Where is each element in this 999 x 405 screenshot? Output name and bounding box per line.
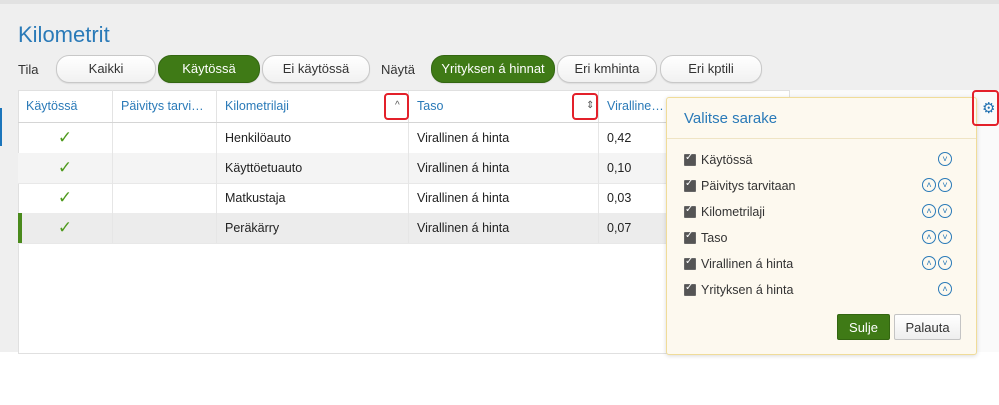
cell-kilometrilaji: Käyttöetuauto — [217, 153, 409, 183]
column-checkbox[interactable] — [684, 152, 696, 166]
chevron-up-icon[interactable]: ˄ — [922, 230, 936, 244]
cell-kilometrilaji: Peräkärry — [217, 213, 409, 243]
tila-label: Tila — [18, 62, 39, 77]
chevron-up-icon[interactable]: ˄ — [938, 282, 952, 296]
cell-taso: Virallinen á hinta — [409, 213, 599, 243]
grid-header: Käytössä Päivitys tarvi… Kilometrilaji T… — [18, 90, 668, 123]
column-checkbox[interactable] — [684, 178, 696, 192]
column-chooser-title: Valitse sarake — [684, 110, 778, 127]
cell-taso: Virallinen á hinta — [409, 183, 599, 213]
nayta-yrityksen-hinnat-button[interactable]: Yrityksen á hinnat — [431, 55, 555, 83]
column-chooser-popup: Valitse sarake Käytössä ˅ Päivitys tarvi… — [666, 97, 977, 355]
chevron-up-icon[interactable]: ˄ — [922, 204, 936, 218]
table-row[interactable]: ✓ Henkilöauto Virallinen á hinta 0,42 — [18, 123, 668, 154]
column-option-label: Taso — [701, 231, 728, 245]
chevron-down-icon[interactable]: ˅ — [938, 204, 952, 218]
check-icon: ✓ — [18, 213, 113, 243]
highlight-settings — [972, 90, 999, 126]
cell-taso: Virallinen á hinta — [409, 123, 599, 153]
cell-virallinen: 0,10 — [607, 161, 632, 175]
nayta-label: Näytä — [381, 62, 415, 77]
column-option[interactable]: Virallinen á hinta ˄ ˅ — [684, 255, 964, 273]
column-checkbox[interactable] — [684, 204, 696, 218]
highlight-kilometrilaji-sort — [384, 93, 409, 120]
column-option-label: Kilometrilaji — [701, 205, 765, 219]
left-nav-marker — [0, 108, 2, 146]
column-option[interactable]: Kilometrilaji ˄ ˅ — [684, 203, 964, 221]
column-option[interactable]: Päivitys tarvitaan ˄ ˅ — [684, 177, 964, 195]
chevron-down-icon[interactable]: ˅ — [938, 152, 952, 166]
cell-virallinen: 0,07 — [607, 221, 632, 235]
table-row[interactable]: ✓ Matkustaja Virallinen á hinta 0,03 — [18, 183, 668, 214]
check-icon: ✓ — [18, 153, 113, 183]
cell-kilometrilaji: Henkilöauto — [217, 123, 409, 153]
column-checkbox[interactable] — [684, 282, 696, 296]
header-taso[interactable]: Taso — [409, 90, 599, 122]
page-title: Kilometrit — [18, 22, 110, 47]
cell-virallinen: 0,03 — [607, 191, 632, 205]
check-icon: ✓ — [18, 183, 113, 213]
chevron-up-icon[interactable]: ˄ — [922, 256, 936, 270]
column-option-label: Käytössä — [701, 153, 753, 167]
nayta-eri-kptili-button[interactable]: Eri kptili — [660, 55, 762, 83]
column-option-label: Päivitys tarvitaan — [701, 179, 796, 193]
cell-virallinen: 0,42 — [607, 131, 632, 145]
column-option-label: Yrityksen á hinta — [701, 283, 794, 297]
column-option[interactable]: Taso ˄ ˅ — [684, 229, 964, 247]
cell-kilometrilaji: Matkustaja — [217, 183, 409, 213]
column-option[interactable]: Yrityksen á hinta ˄ — [684, 281, 964, 299]
chevron-down-icon[interactable]: ˅ — [938, 256, 952, 270]
column-chooser-divider — [667, 138, 976, 139]
top-divider — [0, 0, 999, 4]
column-option-label: Virallinen á hinta — [701, 257, 794, 271]
table-row-selected[interactable]: ✓ Peräkärry Virallinen á hinta 0,07 — [18, 213, 668, 244]
table-row[interactable]: ✓ Käyttöetuauto Virallinen á hinta 0,10 — [18, 153, 668, 184]
nayta-eri-kmhinta-button[interactable]: Eri kmhinta — [557, 55, 657, 83]
column-checkbox[interactable] — [684, 256, 696, 270]
cell-paivitys — [113, 123, 217, 153]
cell-paivitys — [113, 213, 217, 243]
reset-button[interactable]: Palauta — [894, 314, 961, 340]
header-kilometrilaji[interactable]: Kilometrilaji — [217, 90, 409, 122]
header-paivitys[interactable]: Päivitys tarvi… — [113, 90, 217, 122]
tila-kaikki-button[interactable]: Kaikki — [56, 55, 156, 83]
cell-paivitys — [113, 153, 217, 183]
column-option[interactable]: Käytössä ˅ — [684, 151, 964, 169]
chevron-down-icon[interactable]: ˅ — [938, 178, 952, 192]
tila-ei-kaytossa-button[interactable]: Ei käytössä — [262, 55, 370, 83]
chevron-down-icon[interactable]: ˅ — [938, 230, 952, 244]
header-kaytossa[interactable]: Käytössä — [18, 90, 113, 122]
close-button[interactable]: Sulje — [837, 314, 890, 340]
header-virallinen[interactable]: Virallinen á — [599, 90, 668, 122]
cell-taso: Virallinen á hinta — [409, 153, 599, 183]
cell-paivitys — [113, 183, 217, 213]
column-checkbox[interactable] — [684, 230, 696, 244]
tila-kaytossa-button[interactable]: Käytössä — [158, 55, 260, 83]
check-icon: ✓ — [18, 123, 113, 153]
highlight-taso-sort — [572, 93, 598, 120]
chevron-up-icon[interactable]: ˄ — [922, 178, 936, 192]
